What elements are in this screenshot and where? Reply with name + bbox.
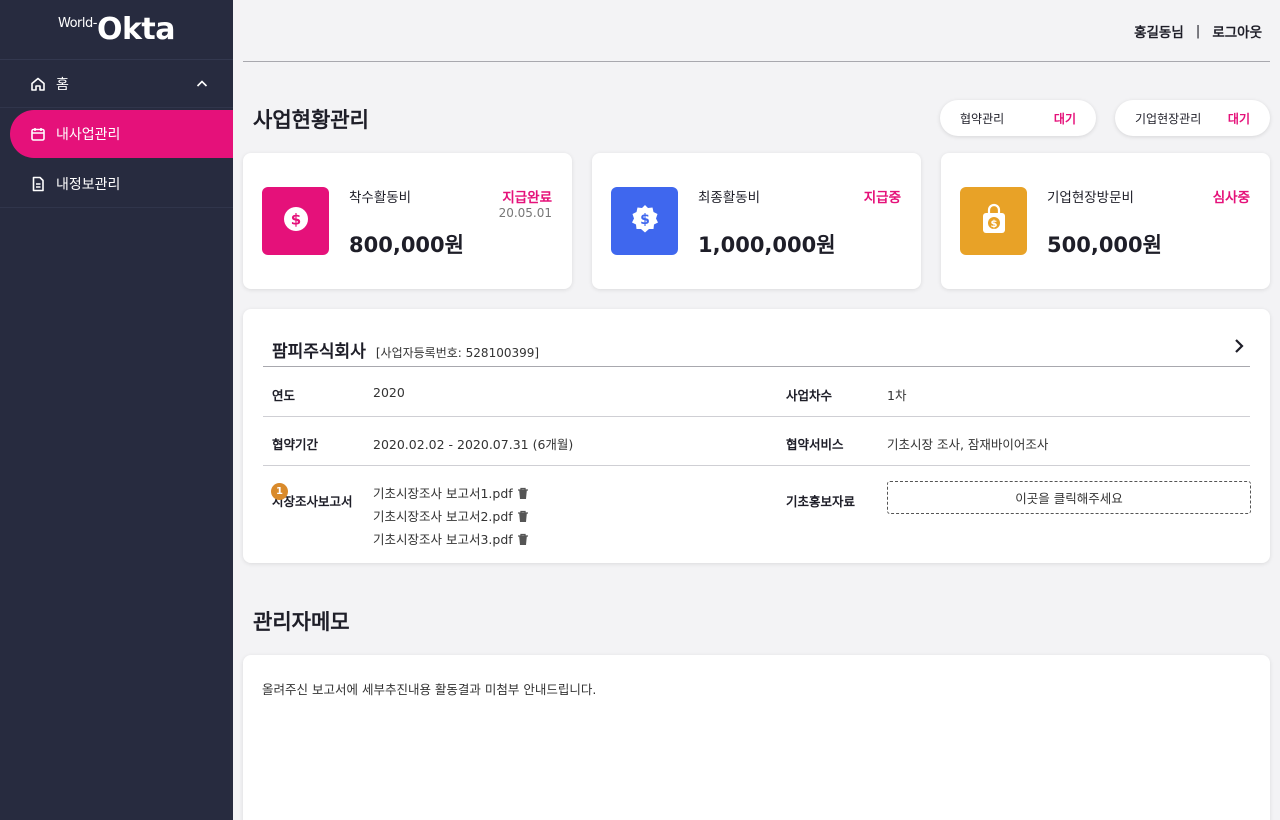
- period-label: 협약기간: [272, 437, 319, 452]
- stat-status: 심사중: [1212, 190, 1250, 206]
- stat-amount: 1,000,000원: [698, 233, 836, 257]
- user-name: 홍길동님: [1134, 24, 1184, 41]
- sidebar-item-my-business[interactable]: 내사업관리: [10, 110, 233, 158]
- round-value: 1차: [887, 388, 907, 403]
- company-name: 팜피주식회사: [272, 342, 366, 362]
- logo-main: Okta: [96, 12, 176, 47]
- round-label: 사업차수: [786, 388, 833, 403]
- stat-status: 지급완료: [502, 190, 552, 206]
- promo-label: 기초홍보자료: [786, 494, 856, 509]
- divider: [263, 366, 1250, 367]
- company-title: 팜피주식회사 [사업자등록번호: 528100399]: [272, 337, 539, 362]
- pill-status: 대기: [1227, 111, 1250, 126]
- chevron-right-icon[interactable]: [1232, 337, 1246, 355]
- file-link[interactable]: 기초시장조사 보고서1.pdf: [373, 482, 513, 505]
- year-label: 연도: [272, 388, 296, 403]
- logout-link[interactable]: 로그아웃: [1212, 21, 1262, 41]
- admin-memo-card: 올려주신 보고서에 세부추진내용 활동결과 미첨부 안내드립니다.: [243, 655, 1270, 820]
- company-registration: [사업자등록번호: 528100399]: [375, 346, 540, 360]
- pill-label: 기업현장관리: [1135, 111, 1202, 126]
- promo-upload-dropzone[interactable]: 이곳을 클릭해주세요: [887, 481, 1251, 514]
- shopping-bag-icon: $: [979, 203, 1009, 239]
- file-item: 기초시장조사 보고서2.pdf: [373, 505, 529, 528]
- dollar-badge-icon: $: [629, 203, 661, 239]
- sidebar-nav: 홈 내사업관리 내정보관리: [0, 60, 233, 208]
- stat-date: 20.05.01: [498, 206, 552, 220]
- stat-amount: 800,000원: [349, 233, 464, 257]
- header-separator: |: [1195, 22, 1201, 39]
- stat-status: 지급중: [863, 190, 901, 206]
- stat-amount: 500,000원: [1047, 233, 1162, 257]
- file-link[interactable]: 기초시장조사 보고서3.pdf: [373, 528, 513, 551]
- svg-text:$: $: [290, 211, 300, 229]
- pill-label: 협약관리: [960, 111, 1005, 126]
- dollar-coin-icon: $: [281, 204, 311, 238]
- notification-badge: 1: [271, 483, 288, 500]
- sidebar-item-label: 내정보관리: [56, 176, 121, 193]
- stat-card-visit-fee: $ 기업현장방문비 심사중 500,000원: [941, 153, 1270, 289]
- svg-text:$: $: [990, 219, 997, 230]
- period-value: 2020.02.02 - 2020.07.31 (6개월): [373, 437, 574, 452]
- stat-card-start-fee: $ 착수활동비 지급완료 20.05.01 800,000원: [243, 153, 572, 289]
- stat-label: 기업현장방문비: [1047, 190, 1134, 206]
- svg-text:$: $: [640, 212, 650, 228]
- service-label: 협약서비스: [786, 437, 844, 452]
- sidebar-item-label: 내사업관리: [56, 127, 121, 143]
- divider: [263, 465, 1250, 466]
- sidebar-item-my-info[interactable]: 내정보관리: [0, 160, 233, 208]
- stat-icon-box: $: [960, 187, 1027, 255]
- memo-title: 관리자메모: [253, 610, 350, 634]
- stat-card-final-fee: $ 최종활동비 지급중 1,000,000원: [592, 153, 921, 289]
- stat-label: 최종활동비: [698, 190, 761, 206]
- stat-label: 착수활동비: [349, 190, 412, 206]
- sidebar: World- Okta 홈 내사업관리 내정보관리: [0, 0, 233, 820]
- trash-icon[interactable]: [517, 510, 529, 523]
- trash-icon[interactable]: [517, 533, 529, 546]
- file-item: 기초시장조사 보고서1.pdf: [373, 482, 529, 505]
- divider: [263, 416, 1250, 417]
- pill-status: 대기: [1053, 111, 1076, 126]
- stat-icon-box: $: [611, 187, 678, 255]
- page-title: 사업현황관리: [253, 108, 369, 132]
- trash-icon[interactable]: [517, 487, 529, 500]
- calendar-icon: [30, 126, 46, 142]
- file-link[interactable]: 기초시장조사 보고서2.pdf: [373, 505, 513, 528]
- report-file-list: 기초시장조사 보고서1.pdf 기초시장조사 보고서2.pdf 기초시장조사 보…: [373, 482, 529, 551]
- agreement-status-pill[interactable]: 협약관리 대기: [940, 100, 1096, 136]
- logo-prefix: World-: [58, 16, 97, 31]
- sidebar-item-home[interactable]: 홈: [0, 60, 233, 108]
- document-icon: [30, 176, 46, 192]
- memo-text: 올려주신 보고서에 세부추진내용 활동결과 미첨부 안내드립니다.: [262, 682, 597, 697]
- company-info-card: 팜피주식회사 [사업자등록번호: 528100399] 연도 2020 사업차수…: [243, 309, 1270, 563]
- year-value: 2020: [373, 385, 405, 400]
- sidebar-item-label: 홈: [56, 76, 69, 93]
- logo[interactable]: World- Okta: [0, 0, 233, 60]
- service-value: 기초시장 조사, 잠재바이어조사: [887, 437, 1049, 452]
- top-header: 홍길동님 | 로그아웃: [243, 0, 1270, 62]
- home-icon: [30, 76, 46, 92]
- site-management-status-pill[interactable]: 기업현장관리 대기: [1115, 100, 1270, 136]
- chevron-up-icon[interactable]: [195, 77, 209, 91]
- stat-icon-box: $: [262, 187, 329, 255]
- file-item: 기초시장조사 보고서3.pdf: [373, 528, 529, 551]
